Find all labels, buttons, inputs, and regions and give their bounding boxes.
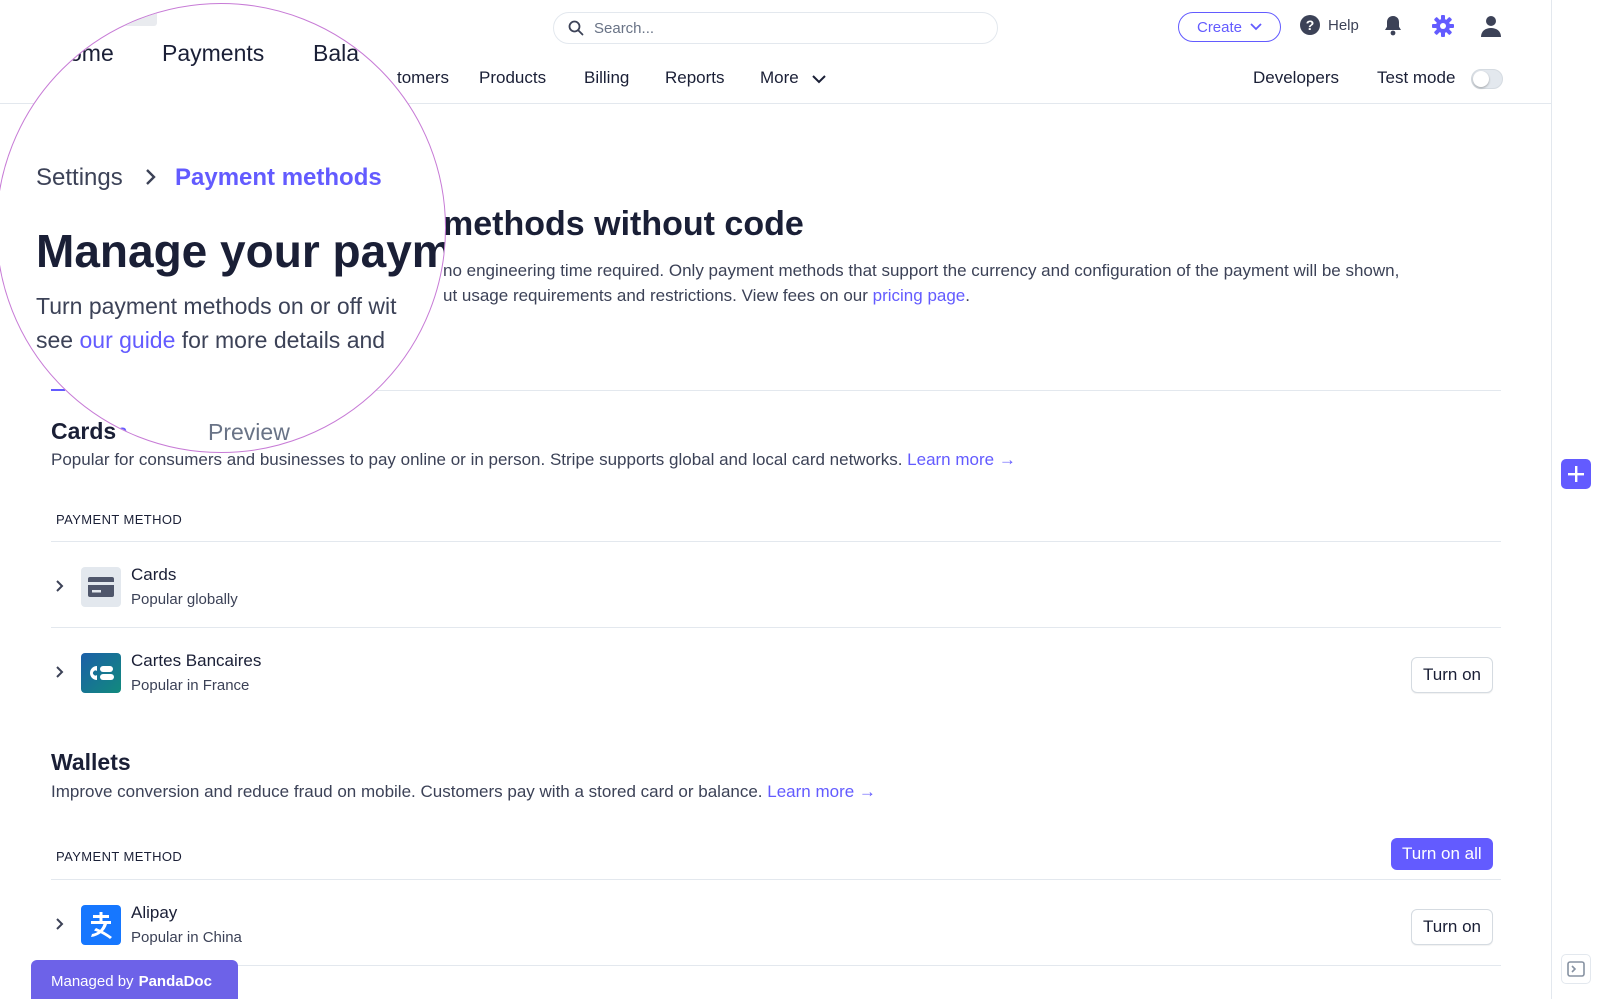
- cards-learn-more-link[interactable]: Learn more →: [907, 450, 1016, 469]
- page-description-line-1: no engineering time required. Only payme…: [443, 261, 1400, 280]
- user-icon[interactable]: [1480, 15, 1502, 37]
- turn-on-button[interactable]: Turn on: [1411, 657, 1493, 693]
- lens-description-line-1: Turn payment methods on or off wit: [36, 293, 397, 319]
- wallets-desc-text: Improve conversion and reduce fraud on m…: [51, 782, 768, 801]
- chevron-down-icon: [1250, 23, 1262, 31]
- payment-method-subtitle: Popular in France: [131, 677, 250, 694]
- nav-billing[interactable]: Billing: [584, 68, 629, 88]
- page-description: no engineering time required. Only payme…: [443, 258, 1503, 308]
- right-rail: [1551, 0, 1600, 999]
- active-tab-indicator: [51, 389, 65, 391]
- breadcrumb-settings[interactable]: Settings: [36, 164, 123, 192]
- breadcrumb-current: Payment methods: [175, 164, 382, 191]
- search-box[interactable]: [553, 12, 998, 44]
- payment-method-subtitle: Popular globally: [131, 591, 238, 608]
- test-mode-label: Test mode: [1377, 68, 1456, 87]
- help-icon: ?: [1300, 15, 1320, 35]
- lens-page-title: Manage your paym: [36, 225, 446, 277]
- turn-on-all-button[interactable]: Turn on all: [1391, 838, 1493, 870]
- tab-preview[interactable]: Preview: [208, 419, 290, 446]
- nav-products[interactable]: Products: [479, 68, 546, 88]
- help-button[interactable]: ? Help: [1300, 15, 1359, 35]
- alipay-logo: [81, 905, 121, 945]
- lens-description: Turn payment methods on or off wit see o…: [36, 289, 397, 357]
- lens-description-line-2-end: for more details and: [175, 327, 386, 353]
- tab-active-fragment[interactable]: n: [115, 419, 128, 446]
- wallets-section-description: Improve conversion and reduce fraud on m…: [51, 782, 876, 802]
- lens-nav-balances[interactable]: Bala: [313, 40, 359, 67]
- managed-by-prefix: Managed by: [51, 972, 134, 990]
- payment-method-row-alipay[interactable]: Alipay Popular in China Turn on: [51, 901, 1501, 961]
- magnifier-lens: pd ome Payments Bala Settings Payment me…: [0, 3, 446, 453]
- chevron-right-icon[interactable]: [55, 665, 65, 679]
- managed-by-badge[interactable]: Managed by PandaDoc: [31, 960, 238, 999]
- payment-method-name: Cartes Bancaires: [131, 651, 262, 670]
- cards-desc-text: Popular for consumers and businesses to …: [51, 450, 908, 469]
- managed-by-brand: PandaDoc: [138, 972, 212, 990]
- divider: [51, 541, 1501, 542]
- wallets-section-title: Wallets: [51, 749, 131, 775]
- cards-column-header: PAYMENT METHOD: [56, 512, 183, 527]
- cards-section-description: Popular for consumers and businesses to …: [51, 450, 1016, 470]
- payment-method-name: Cards: [131, 565, 177, 584]
- card-icon: [81, 567, 121, 607]
- create-label: Create: [1196, 18, 1243, 36]
- terminal-button[interactable]: [1561, 954, 1591, 984]
- payment-method-subtitle: Popular in China: [131, 929, 242, 946]
- divider: [51, 965, 1501, 966]
- gear-icon[interactable]: [1432, 15, 1454, 37]
- payment-method-row-cards[interactable]: Cards Popular globally: [51, 563, 1501, 623]
- lens-nav-payments[interactable]: Payments: [162, 40, 264, 67]
- nav-more[interactable]: More: [760, 68, 799, 88]
- wallets-column-header: PAYMENT METHOD: [56, 849, 183, 864]
- turn-on-button[interactable]: Turn on: [1411, 909, 1493, 945]
- cartes-bancaires-logo: [81, 653, 121, 693]
- bell-icon[interactable]: [1383, 15, 1403, 37]
- nav-reports[interactable]: Reports: [665, 68, 725, 88]
- page-description-line-2: ut usage requirements and restrictions. …: [443, 286, 873, 305]
- wallets-learn-more-link[interactable]: Learn more →: [767, 782, 876, 801]
- search-icon: [568, 20, 584, 36]
- plus-icon: [1568, 466, 1584, 482]
- payment-method-name: Alipay: [131, 903, 178, 922]
- chevron-down-icon: [812, 75, 826, 84]
- lens-description-line-2: see: [36, 327, 80, 353]
- test-mode-toggle[interactable]: [1471, 69, 1503, 89]
- svg-text:?: ?: [1306, 17, 1315, 33]
- chevron-right-icon: [146, 169, 156, 185]
- chevron-right-icon[interactable]: [55, 579, 65, 593]
- nav-customers[interactable]: tomers: [397, 68, 449, 88]
- create-button[interactable]: Create: [1178, 12, 1281, 42]
- divider: [51, 627, 1501, 628]
- page-description-end: .: [965, 286, 970, 305]
- our-guide-link[interactable]: our guide: [79, 327, 175, 353]
- chevron-right-icon[interactable]: [55, 917, 65, 931]
- account-name-placeholder: [97, 12, 157, 26]
- nav-developers[interactable]: Developers: [1253, 68, 1339, 88]
- search-input[interactable]: [594, 19, 974, 37]
- help-label: Help: [1328, 16, 1359, 34]
- payment-method-row-cartes-bancaires[interactable]: Cartes Bancaires Popular in France Turn …: [51, 649, 1501, 709]
- page-title: methods without code: [443, 205, 804, 243]
- lens-nav-home[interactable]: ome: [69, 40, 114, 67]
- add-panel-button[interactable]: [1561, 459, 1591, 489]
- terminal-icon: [1567, 961, 1585, 977]
- pricing-page-link[interactable]: pricing page: [873, 286, 966, 305]
- divider: [51, 879, 1501, 880]
